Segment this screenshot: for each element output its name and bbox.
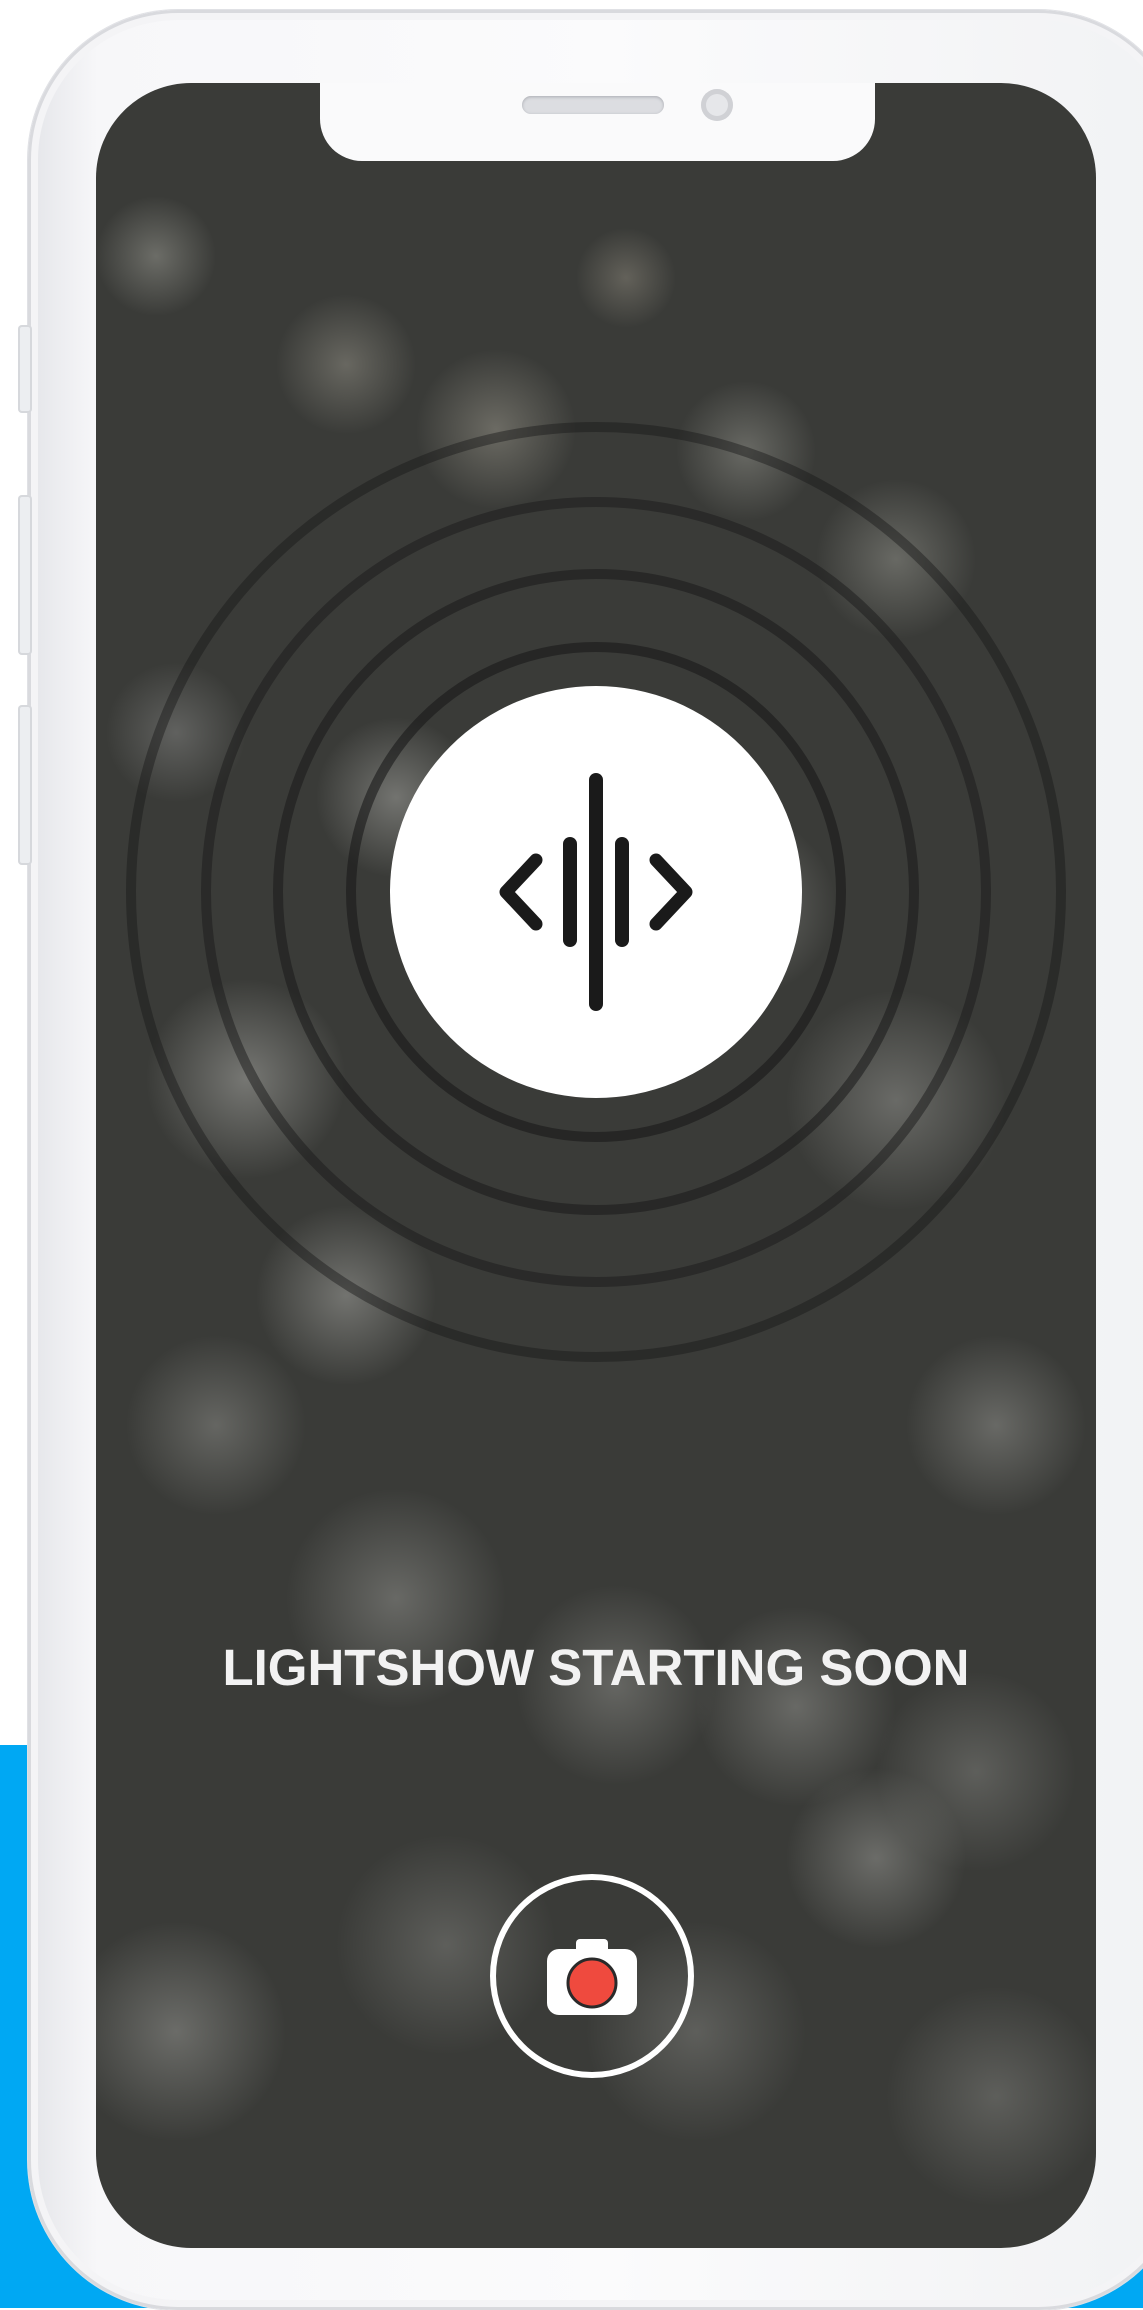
earpiece-speaker: [522, 96, 664, 114]
volume-up-button: [18, 495, 32, 655]
lightshow-status-text: LIGHTSHOW STARTING SOON: [222, 1639, 970, 1696]
silent-switch: [18, 325, 32, 413]
volume-down-button: [18, 705, 32, 865]
lightshow-button[interactable]: [390, 686, 802, 1098]
screen-notch: [320, 83, 875, 161]
audio-wave-icon: [499, 773, 693, 1011]
front-camera: [701, 89, 733, 121]
camera-icon: [547, 1939, 637, 2015]
phone-screen: LIGHTSHOW STARTING SOON: [96, 83, 1096, 2248]
camera-button[interactable]: [490, 1874, 694, 2078]
